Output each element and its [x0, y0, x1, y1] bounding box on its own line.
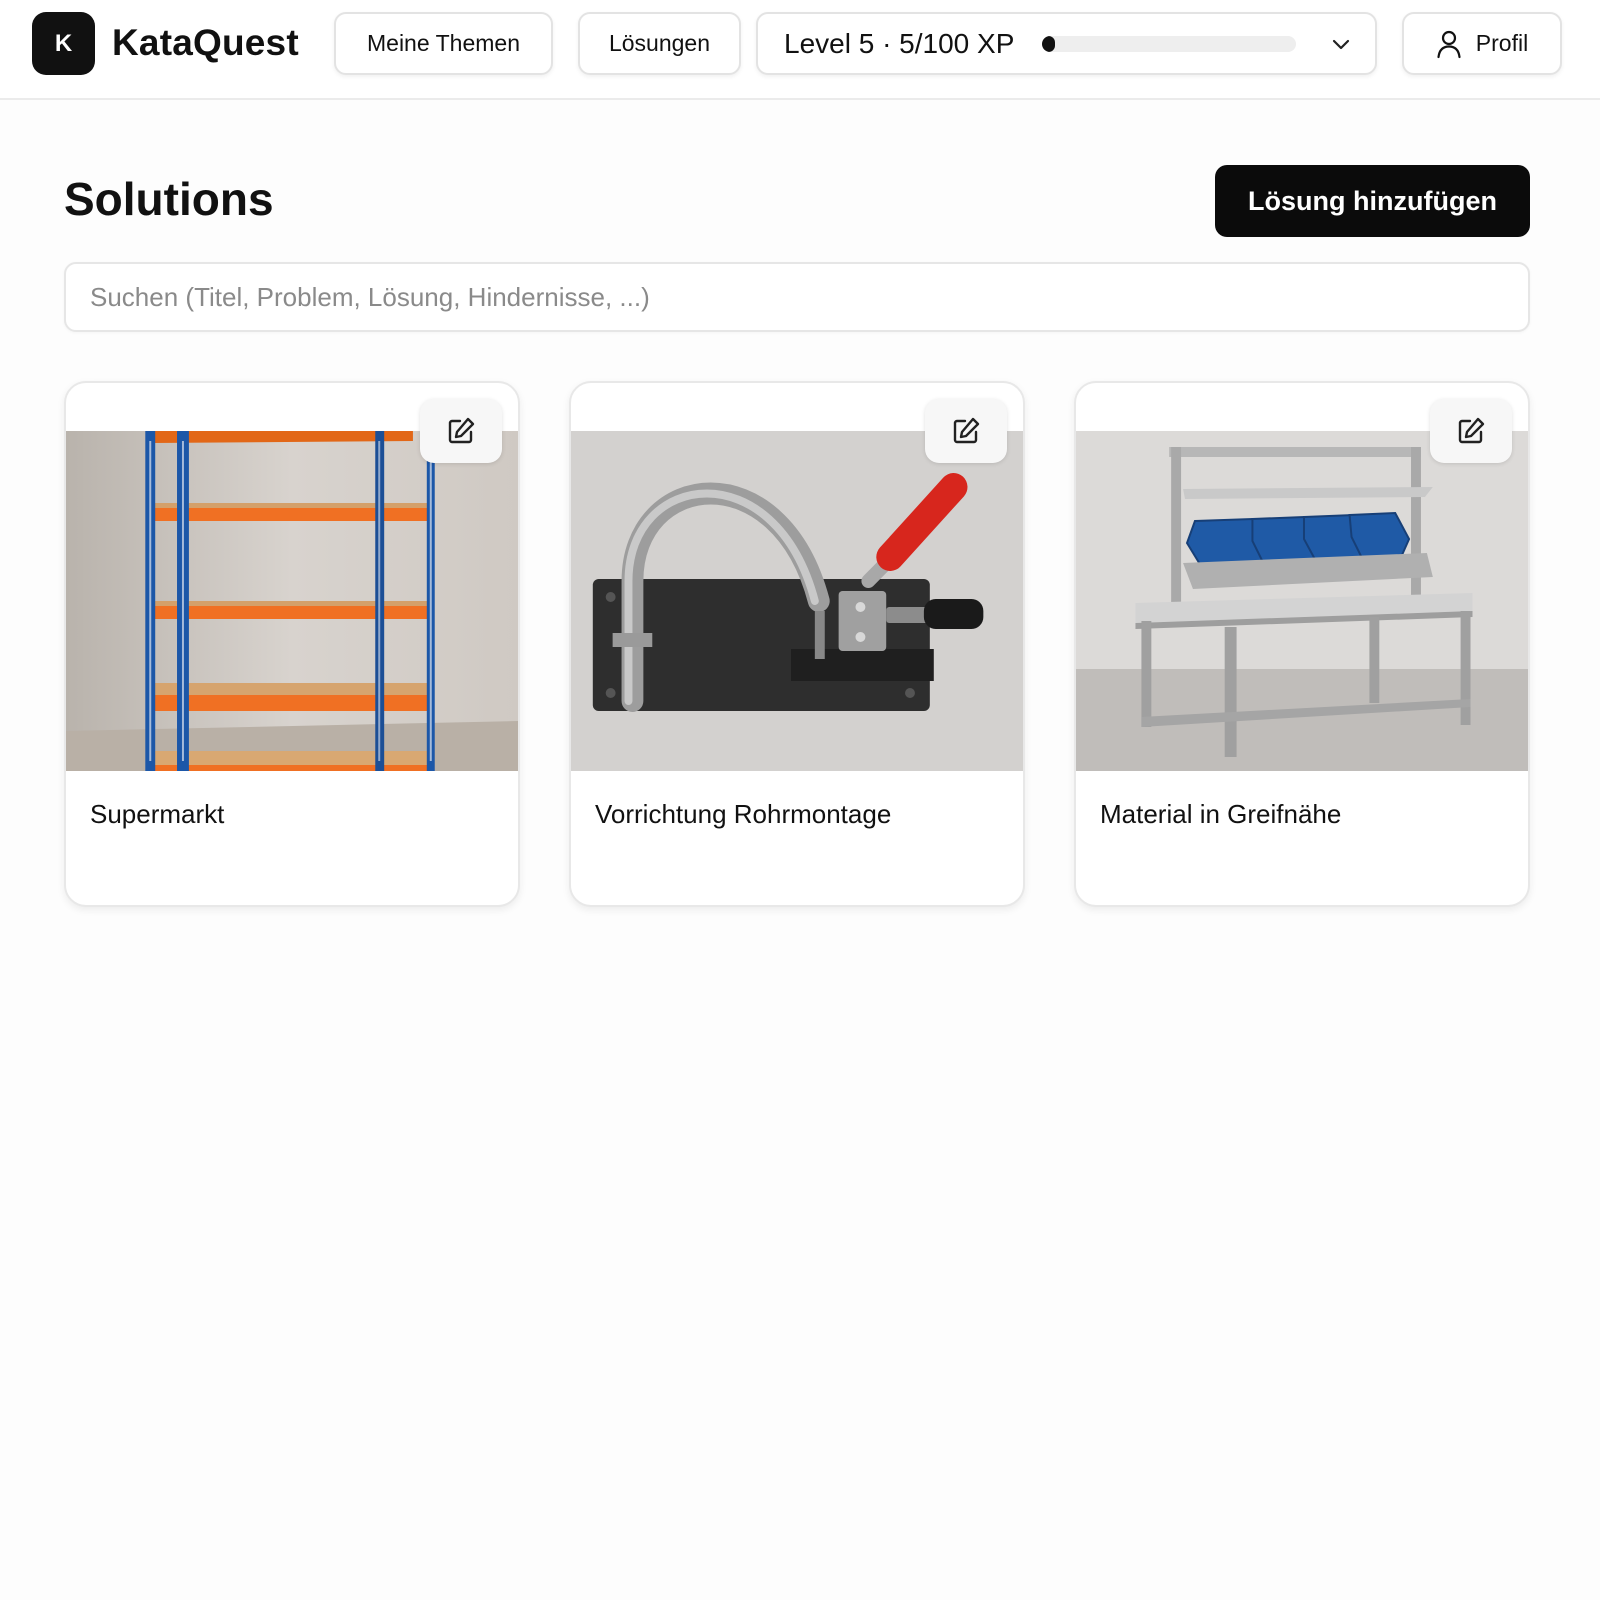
search-input[interactable]: [64, 262, 1530, 332]
level-label: Level 5 · 5/100 XP: [784, 27, 1015, 59]
toggle-clamp-fixture-image: [571, 431, 1023, 771]
nav-button-loesungen[interactable]: Lösungen: [578, 12, 741, 75]
add-solution-button[interactable]: Lösung hinzufügen: [1215, 165, 1530, 237]
edit-icon: [448, 417, 475, 444]
xp-progress-bar: [1042, 36, 1296, 52]
profile-label: Profil: [1475, 30, 1529, 56]
solution-card-material-in-greifnaehe[interactable]: Material in Greifnähe: [1074, 381, 1530, 907]
user-icon: [1437, 30, 1461, 58]
profile-button[interactable]: Profil: [1402, 12, 1562, 75]
add-solution-label: Lösung hinzufügen: [1248, 185, 1497, 216]
xp-progress-fill: [1042, 36, 1055, 52]
card-title: Material in Greifnähe: [1100, 799, 1342, 829]
solution-card-vorrichtung-rohrmontage[interactable]: Vorrichtung Rohrmontage: [569, 381, 1025, 907]
solution-card-supermarkt[interactable]: Supermarkt: [64, 381, 520, 907]
top-navigation-bar: K KataQuest Meine Themen Lösungen Level …: [0, 0, 1600, 100]
card-title: Supermarkt: [90, 799, 225, 829]
page-title: Solutions: [64, 173, 274, 225]
workbench-with-bins-image: [1076, 431, 1528, 771]
chevron-down-icon: [1332, 39, 1350, 50]
storage-shelf-image: [66, 431, 518, 771]
nav-solutions-label: Lösungen: [608, 30, 711, 56]
app-logo[interactable]: K: [32, 12, 95, 75]
edit-button[interactable]: [1430, 399, 1512, 463]
edit-button[interactable]: [925, 399, 1007, 463]
level-dropdown[interactable]: Level 5 · 5/100 XP: [756, 12, 1377, 75]
nav-themes-label: Meine Themen: [367, 30, 520, 56]
nav-button-meine-themen[interactable]: Meine Themen: [334, 12, 553, 75]
edit-icon: [1458, 417, 1485, 444]
app-name: KataQuest: [112, 22, 299, 63]
edit-icon: [953, 417, 980, 444]
edit-button[interactable]: [420, 399, 502, 463]
card-title: Vorrichtung Rohrmontage: [595, 799, 892, 829]
